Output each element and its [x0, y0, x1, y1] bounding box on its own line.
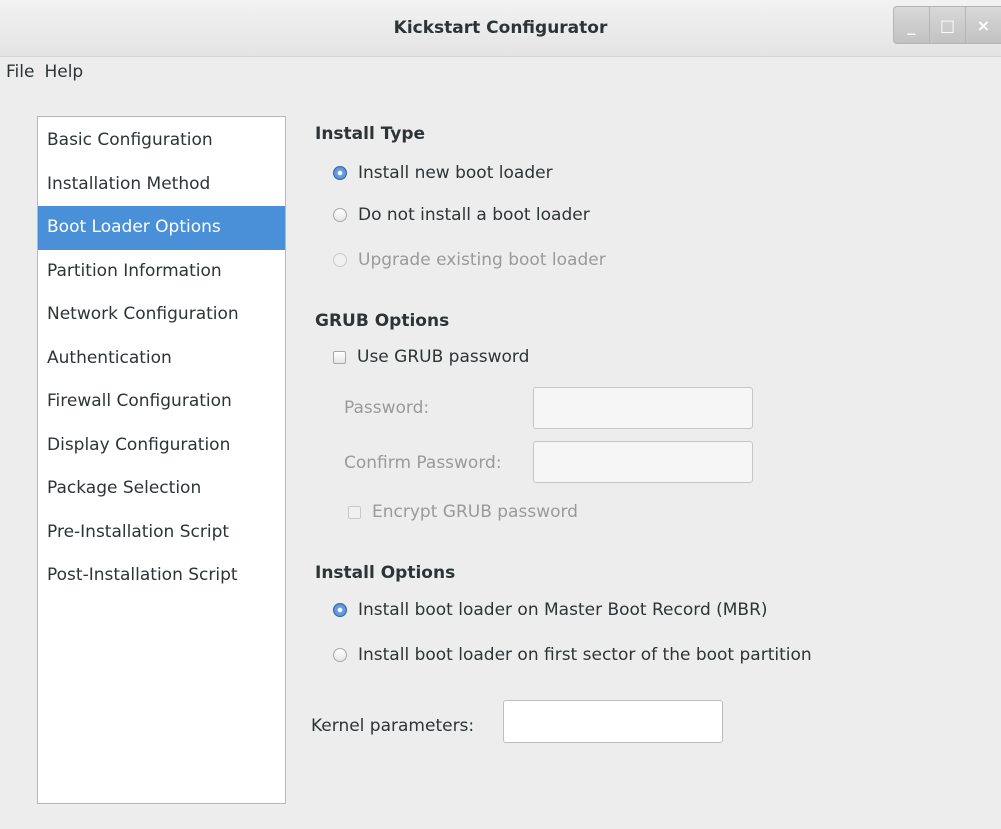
radio-upgrade-existing: Upgrade existing boot loader [333, 250, 606, 270]
window-title: Kickstart Configurator [393, 18, 608, 38]
kernel-parameters-field[interactable] [503, 700, 723, 743]
kickstart-window: Kickstart Configurator _ □ × File Help B… [0, 0, 1001, 829]
radio-install-mbr-label: Install boot loader on Master Boot Recor… [358, 600, 768, 620]
checkbox-disabled-icon [348, 505, 361, 519]
sidebar-item-pre-installation-script[interactable]: Pre-Installation Script [38, 511, 285, 555]
confirm-password-label: Confirm Password: [344, 453, 502, 473]
install-type-heading: Install Type [315, 124, 426, 144]
radio-checked-icon[interactable] [333, 166, 347, 180]
sidebar-item-installation-method[interactable]: Installation Method [38, 163, 285, 207]
grub-options-heading: GRUB Options [315, 311, 450, 331]
encrypt-grub-password-checkbox: Encrypt GRUB password [348, 502, 578, 522]
sidebar-item-post-installation-script[interactable]: Post-Installation Script [38, 554, 285, 598]
password-field [533, 387, 753, 429]
checkbox-unchecked-icon[interactable] [333, 350, 346, 364]
sidebar-item-package-selection[interactable]: Package Selection [38, 467, 285, 511]
sidebar-item-authentication[interactable]: Authentication [38, 337, 285, 381]
radio-install-mbr[interactable]: Install boot loader on Master Boot Recor… [333, 600, 768, 620]
password-label: Password: [344, 398, 430, 418]
sidebar-item-display-configuration[interactable]: Display Configuration [38, 424, 285, 468]
menu-help[interactable]: Help [38, 62, 87, 82]
radio-install-new-label: Install new boot loader [358, 163, 553, 183]
radio-install-first-sector[interactable]: Install boot loader on first sector of t… [333, 645, 812, 665]
sidebar-item-boot-loader-options[interactable]: Boot Loader Options [38, 206, 285, 250]
menu-file[interactable]: File [0, 62, 38, 82]
radio-unchecked-icon[interactable] [333, 648, 347, 662]
radio-checked-icon[interactable] [333, 603, 347, 617]
radio-unchecked-icon[interactable] [333, 208, 347, 222]
title-bar[interactable]: Kickstart Configurator _ □ × [0, 0, 1001, 57]
radio-install-first-sector-label: Install boot loader on first sector of t… [358, 645, 812, 665]
sidebar-item-network-configuration[interactable]: Network Configuration [38, 293, 285, 337]
close-icon[interactable]: × [965, 6, 1001, 44]
radio-do-not-install[interactable]: Do not install a boot loader [333, 205, 590, 225]
maximize-icon[interactable]: □ [929, 6, 965, 44]
radio-disabled-icon [333, 253, 347, 267]
radio-do-not-install-label: Do not install a boot loader [358, 205, 590, 225]
use-grub-password-checkbox[interactable]: Use GRUB password [333, 347, 529, 367]
menu-bar: File Help [0, 57, 87, 87]
encrypt-grub-password-label: Encrypt GRUB password [372, 502, 578, 522]
use-grub-password-label: Use GRUB password [357, 347, 530, 367]
sidebar-item-firewall-configuration[interactable]: Firewall Configuration [38, 380, 285, 424]
minimize-icon[interactable]: _ [893, 6, 929, 44]
section-list: Basic Configuration Installation Method … [37, 116, 286, 804]
sidebar-item-basic-configuration[interactable]: Basic Configuration [38, 119, 285, 163]
sidebar-item-partition-information[interactable]: Partition Information [38, 250, 285, 294]
radio-upgrade-existing-label: Upgrade existing boot loader [358, 250, 606, 270]
window-controls: _ □ × [893, 6, 1001, 44]
kernel-parameters-label: Kernel parameters: [311, 716, 475, 736]
install-options-heading: Install Options [315, 563, 456, 583]
radio-install-new[interactable]: Install new boot loader [333, 163, 553, 183]
confirm-password-field [533, 441, 753, 483]
